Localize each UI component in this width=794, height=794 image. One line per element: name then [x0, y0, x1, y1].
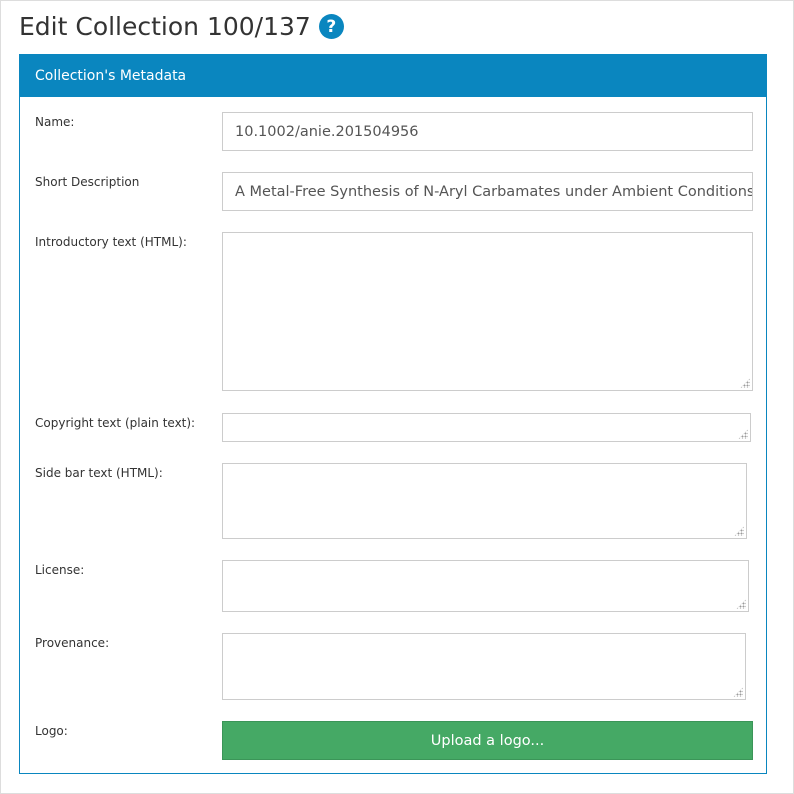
provenance-textarea[interactable] [222, 633, 746, 700]
resize-grip-icon[interactable] [740, 378, 750, 388]
page-title: Edit Collection 100/137 ? [19, 12, 344, 41]
provenance-label: Provenance: [35, 636, 110, 650]
name-label: Name: [35, 115, 75, 129]
resize-grip-icon[interactable] [733, 687, 743, 697]
page-title-text: Edit Collection 100/137 [19, 12, 311, 41]
resize-grip-icon[interactable] [736, 599, 746, 609]
logo-label: Logo: [35, 724, 68, 738]
license-textarea[interactable] [222, 560, 749, 612]
short-description-input[interactable]: A Metal-Free Synthesis of N-Aryl Carbama… [222, 172, 753, 211]
copyright-text-textarea[interactable] [222, 413, 751, 442]
upload-logo-button[interactable]: Upload a logo... [222, 721, 753, 760]
collection-metadata-panel: Collection's Metadata Name: 10.1002/anie… [19, 54, 767, 774]
license-label: License: [35, 563, 85, 577]
introductory-text-label: Introductory text (HTML): [35, 235, 187, 249]
side-bar-text-label: Side bar text (HTML): [35, 466, 163, 480]
copyright-text-label: Copyright text (plain text): [35, 416, 196, 430]
name-input[interactable]: 10.1002/anie.201504956 [222, 112, 753, 151]
resize-grip-icon[interactable] [738, 429, 748, 439]
side-bar-text-textarea[interactable] [222, 463, 747, 539]
short-description-label: Short Description [35, 175, 140, 189]
help-icon[interactable]: ? [318, 14, 344, 39]
resize-grip-icon[interactable] [734, 526, 744, 536]
panel-heading: Collection's Metadata [20, 55, 766, 97]
introductory-text-textarea[interactable] [222, 232, 753, 391]
